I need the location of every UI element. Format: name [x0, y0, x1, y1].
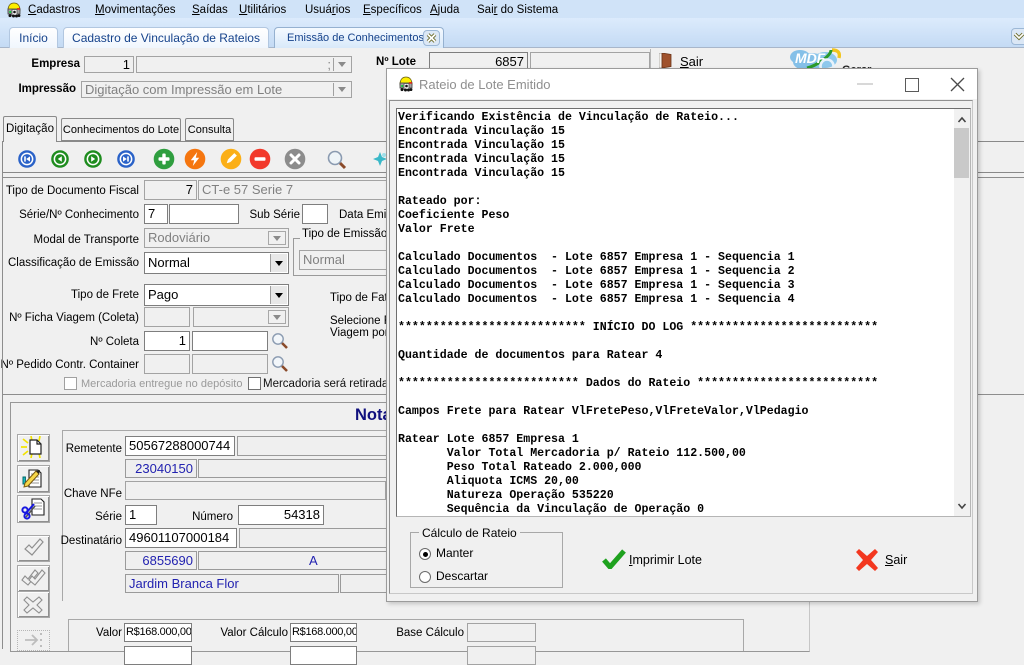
svg-text:MDF: MDF — [795, 50, 826, 66]
